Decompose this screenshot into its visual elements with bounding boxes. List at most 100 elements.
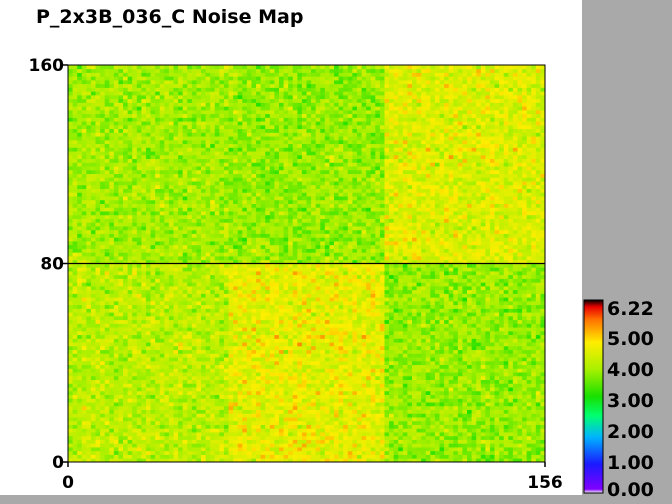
heatmap-cell [182,289,188,294]
heatmap-cell [393,312,399,317]
heatmap-cell [191,420,197,425]
heatmap-cell [72,345,78,351]
heatmap-cell [489,289,495,294]
heatmap-cell [150,432,156,437]
heatmap-cell [467,432,473,437]
heatmap-cell [251,420,257,425]
heatmap-cell [343,372,349,377]
heatmap-cell [201,405,206,410]
heatmap-cell [123,293,129,298]
heatmap-cell [352,443,358,448]
heatmap-cell [205,424,211,429]
heatmap-cell [476,289,482,294]
heatmap-cell [324,368,330,373]
heatmap-cell [118,323,124,328]
heatmap-cell [522,398,528,403]
heatmap-cell [178,428,184,433]
bottom-margin-panel [0,495,672,504]
heatmap-cell [269,447,275,452]
heatmap-cell [334,345,340,351]
heatmap-cell [68,323,73,328]
heatmap-cell [375,428,381,433]
heatmap-cell [297,330,303,336]
heatmap-cell [100,319,106,324]
heatmap-cell [324,323,330,328]
heatmap-cell [366,338,372,343]
heatmap-cell [508,379,514,384]
heatmap-cell [508,327,514,332]
heatmap-cell [356,293,362,298]
heatmap-cell [90,334,96,339]
heatmap-cell [127,289,133,294]
heatmap-cell [503,454,509,459]
heatmap-cell [430,304,436,309]
heatmap-cell [462,312,468,317]
heatmap-cell [191,334,197,339]
heatmap-cell [109,342,115,347]
heatmap-cell [535,319,541,324]
heatmap-cell [398,398,404,403]
heatmap-cell [118,428,124,433]
heatmap-cell [127,338,133,343]
heatmap-cell [324,447,330,452]
heatmap-cell [508,372,514,377]
heatmap-cell [334,360,340,366]
heatmap-cell [494,443,500,448]
heatmap-cell [191,308,197,313]
heatmap-cell [485,405,491,410]
heatmap-cell [246,285,252,291]
heatmap-cell [517,323,523,328]
heatmap-cell [86,372,92,377]
heatmap-cell [471,435,477,440]
heatmap-cell [526,375,532,381]
heatmap-cell [411,443,417,448]
heatmap-cell [278,439,284,444]
heatmap-cell [499,375,505,381]
heatmap-cell [531,300,537,306]
heatmap-cell [182,387,188,392]
heatmap-cell [311,315,317,321]
heatmap-cell [416,285,422,291]
heatmap-cell [274,353,280,358]
heatmap-cell [467,353,473,358]
heatmap-cell [123,405,129,410]
heatmap-cell [265,327,271,332]
heatmap-cell [246,334,252,339]
heatmap-cell [136,390,142,395]
heatmap-cell [205,304,211,309]
heatmap-cell [379,334,385,339]
heatmap-cell [260,285,266,291]
heatmap-cell [113,450,119,455]
heatmap-cell [467,315,473,321]
heatmap-cell [168,323,174,328]
heatmap-cell [416,390,422,395]
heatmap-cell [343,394,349,399]
heatmap-cell [77,338,83,343]
heatmap-cell [288,368,294,373]
heatmap-cell [306,357,312,362]
heatmap-cell [205,383,211,388]
heatmap-cell [164,432,170,437]
heatmap-cell [379,293,385,298]
heatmap-cell [379,300,385,306]
heatmap-cell [531,402,537,407]
heatmap-cell [329,413,335,418]
heatmap-cell [485,364,491,369]
heatmap-cell [159,368,165,373]
heatmap-cell [283,345,289,351]
heatmap-cell [467,293,473,298]
heatmap-cell [90,387,96,392]
heatmap-cell [86,375,92,381]
heatmap-cell [123,417,129,422]
heatmap-cell [246,315,252,321]
heatmap-cell [210,353,216,358]
heatmap-cell [81,413,87,418]
heatmap-cell [297,447,303,452]
heatmap-cell [90,432,96,437]
heatmap-cell [155,390,161,395]
heatmap-cell [489,323,495,328]
heatmap-cell [384,289,390,294]
heatmap-cell [246,428,252,433]
heatmap-cell [233,439,239,444]
heatmap-cell [361,312,367,317]
